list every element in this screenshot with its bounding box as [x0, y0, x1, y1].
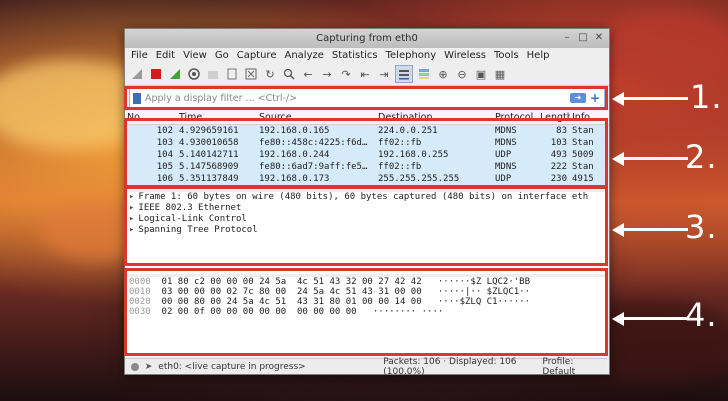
zoom-in-icon[interactable]: ⊕ — [435, 66, 451, 82]
title-bar: Capturing from eth0 – □ ✕ — [125, 29, 609, 48]
profile-label[interactable]: Profile: Default — [542, 357, 607, 377]
go-to-packet-icon[interactable]: ↷ — [338, 66, 354, 82]
autoscroll-icon[interactable] — [395, 65, 413, 83]
callout-arrow-line — [622, 157, 688, 160]
callout-number-3: 3. — [685, 208, 718, 246]
callout-number-1: 1. — [690, 78, 723, 116]
colorize-icon[interactable] — [416, 66, 432, 82]
close-button[interactable]: ✕ — [593, 32, 605, 44]
normal-size-icon[interactable]: ▣ — [473, 66, 489, 82]
capture-status-icon[interactable] — [131, 362, 139, 371]
stop-capture-icon[interactable] — [148, 66, 164, 82]
window-title: Capturing from eth0 — [316, 33, 418, 44]
status-bar: ➤ eth0: <live capture in progress> Packe… — [125, 356, 607, 377]
reload-icon[interactable]: ↻ — [262, 66, 278, 82]
close-file-icon[interactable] — [243, 66, 259, 82]
highlight-box-details — [124, 186, 608, 266]
callout-arrow-line — [622, 97, 688, 100]
packet-count: Packets: 106 · Displayed: 106 (100.0%) — [383, 356, 517, 377]
go-forward-icon[interactable]: → — [319, 66, 335, 82]
callout-number-2: 2. — [685, 138, 718, 176]
callout-number-4: 4. — [685, 296, 718, 334]
open-file-icon[interactable] — [205, 66, 221, 82]
menu-view[interactable]: View — [183, 48, 207, 63]
highlight-box-filter — [124, 86, 608, 110]
highlight-box-packet-list — [124, 118, 608, 188]
capture-options-icon[interactable] — [186, 66, 202, 82]
resize-columns-icon[interactable]: ▦ — [492, 66, 508, 82]
menu-go[interactable]: Go — [215, 48, 229, 63]
main-toolbar: ↻ ← → ↷ ⇤ ⇥ ⊕ ⊖ ▣ ▦ — [125, 63, 609, 86]
menu-tools[interactable]: Tools — [494, 48, 519, 63]
go-back-icon[interactable]: ← — [300, 66, 316, 82]
menu-edit[interactable]: Edit — [156, 48, 175, 63]
menu-telephony[interactable]: Telephony — [386, 48, 437, 63]
callout-arrow-line — [622, 228, 688, 231]
find-packet-icon[interactable] — [281, 66, 297, 82]
first-packet-icon[interactable]: ⇤ — [357, 66, 373, 82]
menu-capture[interactable]: Capture — [237, 48, 277, 63]
minimize-button[interactable]: – — [561, 32, 573, 44]
menu-statistics[interactable]: Statistics — [332, 48, 378, 63]
highlight-box-bytes — [124, 268, 608, 356]
restart-capture-icon[interactable] — [167, 66, 183, 82]
maximize-button[interactable]: □ — [577, 32, 589, 44]
menu-analyze[interactable]: Analyze — [284, 48, 323, 63]
capture-status-text: eth0: <live capture in progress> — [158, 361, 306, 372]
callout-arrow-line — [622, 317, 688, 320]
save-file-icon[interactable] — [224, 66, 240, 82]
menu-bar: File Edit View Go Capture Analyze Statis… — [125, 48, 609, 63]
expert-info-icon[interactable]: ➤ — [145, 362, 153, 372]
menu-file[interactable]: File — [131, 48, 148, 63]
menu-wireless[interactable]: Wireless — [444, 48, 486, 63]
menu-help[interactable]: Help — [527, 48, 550, 63]
zoom-out-icon[interactable]: ⊖ — [454, 66, 470, 82]
shark-fin-start-icon[interactable] — [129, 66, 145, 82]
last-packet-icon[interactable]: ⇥ — [376, 66, 392, 82]
